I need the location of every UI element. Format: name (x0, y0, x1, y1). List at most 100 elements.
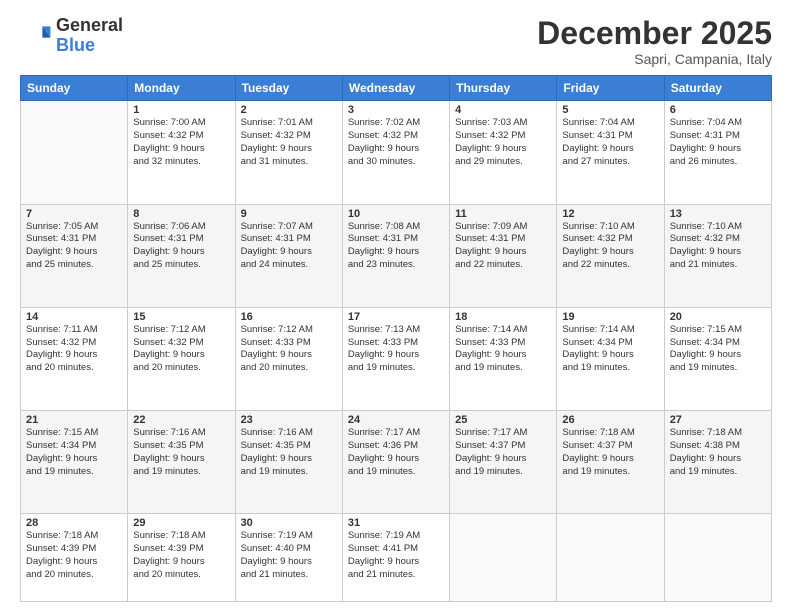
daylight-minutes-text: and 19 minutes. (562, 362, 630, 373)
day-number: 8 (133, 208, 229, 220)
day-info: Sunrise: 7:05 AMSunset: 4:31 PM Daylight:… (26, 221, 122, 272)
daylight-minutes-text: and 20 minutes. (133, 362, 201, 373)
day-info: Sunrise: 7:09 AMSunset: 4:31 PMDaylight:… (455, 221, 551, 272)
sunset-text: Sunset: 4:31 PM (348, 233, 418, 244)
daylight-text: Daylight: 9 hours (348, 556, 419, 567)
table-row: 19Sunrise: 7:14 AMSunset: 4:34 PMDayligh… (557, 307, 664, 410)
daylight-minutes-text: and 22 minutes. (455, 259, 523, 270)
daylight-text: Daylight: 9 hours (562, 246, 633, 257)
sunrise-text: Sunrise: 7:04 AM (670, 117, 742, 128)
daylight-minutes-text: and 31 minutes. (241, 156, 309, 167)
daylight-minutes-text: and 19 minutes. (455, 466, 523, 477)
sunrise-text: Sunrise: 7:07 AM (241, 221, 313, 232)
sunset-text: Sunset: 4:35 PM (241, 440, 311, 451)
day-number: 16 (241, 311, 337, 323)
daylight-text: Daylight: 9 hours (348, 349, 419, 360)
daylight-minutes-text: and 19 minutes. (241, 466, 309, 477)
logo-general: General (56, 16, 123, 36)
sunrise-text: Sunrise: 7:02 AM (348, 117, 420, 128)
daylight-text: Daylight: 9 hours (670, 143, 741, 154)
sunrise-text: Sunrise: 7:15 AM (670, 324, 742, 335)
day-info: Sunrise: 7:03 AMSunset: 4:32 PMDaylight:… (455, 117, 551, 168)
table-row: 30Sunrise: 7:19 AMSunset: 4:40 PMDayligh… (235, 514, 342, 602)
header-wednesday: Wednesday (342, 76, 449, 101)
sunset-text: Sunset: 4:37 PM (455, 440, 525, 451)
day-number: 23 (241, 414, 337, 426)
daylight-text: Daylight: 9 hours (348, 453, 419, 464)
day-info: Sunrise: 7:18 AMSunset: 4:38 PMDaylight:… (670, 427, 766, 478)
logo-icon (20, 20, 52, 52)
sunrise-text: Sunrise: 7:18 AM (562, 427, 634, 438)
sunrise-text: Sunrise: 7:15 AM (26, 427, 98, 438)
table-row: 8Sunrise: 7:06 AMSunset: 4:31 PMDaylight… (128, 204, 235, 307)
day-number: 3 (348, 104, 444, 116)
sunset-text: Sunset: 4:32 PM (133, 337, 203, 348)
daylight-text: Daylight: 9 hours (562, 143, 633, 154)
day-info: Sunrise: 7:07 AMSunset: 4:31 PMDaylight:… (241, 221, 337, 272)
page-header: General Blue December 2025 Sapri, Campan… (20, 16, 772, 67)
daylight-minutes-text: and 20 minutes. (241, 362, 309, 373)
table-row: 6Sunrise: 7:04 AMSunset: 4:31 PMDaylight… (664, 101, 771, 204)
daylight-minutes-text: and 22 minutes. (562, 259, 630, 270)
daylight-text: Daylight: 9 hours (26, 246, 97, 257)
daylight-minutes-text: and 21 minutes. (241, 569, 309, 580)
day-number: 28 (26, 517, 122, 529)
daylight-minutes-text: and 30 minutes. (348, 156, 416, 167)
daylight-minutes-text: and 20 minutes. (26, 362, 94, 373)
day-info: Sunrise: 7:08 AMSunset: 4:31 PM Daylight:… (348, 221, 444, 272)
sunset-text: Sunset: 4:40 PM (241, 543, 311, 554)
day-number: 25 (455, 414, 551, 426)
daylight-text: Daylight: 9 hours (241, 143, 312, 154)
day-number: 13 (670, 208, 766, 220)
daylight-text: Daylight: 9 hours (26, 556, 97, 567)
sunrise-text: Sunrise: 7:10 AM (562, 221, 634, 232)
day-number: 31 (348, 517, 444, 529)
sunset-text: Sunset: 4:34 PM (670, 337, 740, 348)
sunrise-text: Sunrise: 7:16 AM (241, 427, 313, 438)
table-row: 12Sunrise: 7:10 AMSunset: 4:32 PMDayligh… (557, 204, 664, 307)
table-row: 17Sunrise: 7:13 AMSunset: 4:33 PMDayligh… (342, 307, 449, 410)
sunset-text: Sunset: 4:32 PM (670, 233, 740, 244)
sunset-text: Sunset: 4:37 PM (562, 440, 632, 451)
sunrise-text: Sunrise: 7:14 AM (562, 324, 634, 335)
sunrise-text: Sunrise: 7:14 AM (455, 324, 527, 335)
day-info: Sunrise: 7:04 AM Sunset: 4:31 PM Daylight:… (670, 117, 766, 168)
daylight-text: Daylight: 9 hours (348, 246, 419, 257)
day-number: 12 (562, 208, 658, 220)
day-info: Sunrise: 7:18 AMSunset: 4:37 PMDaylight:… (562, 427, 658, 478)
table-row: 13Sunrise: 7:10 AMSunset: 4:32 PMDayligh… (664, 204, 771, 307)
day-info: Sunrise: 7:19 AMSunset: 4:40 PMDaylight:… (241, 530, 337, 581)
table-row: 7Sunrise: 7:05 AMSunset: 4:31 PMDaylight… (21, 204, 128, 307)
sunrise-text: Sunrise: 7:19 AM (348, 530, 420, 541)
sunset-text: Sunset: 4:34 PM (26, 440, 96, 451)
day-info: Sunrise: 7:00 AMSunset: 4:32 PMDaylight:… (133, 117, 229, 168)
table-row: 22Sunrise: 7:16 AMSunset: 4:35 PMDayligh… (128, 411, 235, 514)
sunrise-text: Sunrise: 7:08 AM (348, 221, 420, 232)
daylight-minutes-text: and 23 minutes. (348, 259, 416, 270)
sunset-text: Sunset: 4:31 PM (670, 130, 740, 141)
daylight-text: Daylight: 9 hours (348, 143, 419, 154)
day-info: Sunrise: 7:17 AMSunset: 4:36 PMDaylight:… (348, 427, 444, 478)
month-title: December 2025 (537, 16, 772, 51)
daylight-text: Daylight: 9 hours (562, 349, 633, 360)
sunrise-text: Sunrise: 7:00 AM (133, 117, 205, 128)
sunrise-text: Sunrise: 7:04 AM (562, 117, 634, 128)
sunset-text: Sunset: 4:32 PM (133, 130, 203, 141)
sunset-text: Sunset: 4:41 PM (348, 543, 418, 554)
sunset-text: Sunset: 4:34 PM (562, 337, 632, 348)
day-info: Sunrise: 7:10 AMSunset: 4:32 PMDaylight:… (670, 221, 766, 272)
weekday-header-row: Sunday Monday Tuesday Wednesday Thursday… (21, 76, 772, 101)
daylight-text: Daylight: 9 hours (133, 556, 204, 567)
day-number: 5 (562, 104, 658, 116)
header-friday: Friday (557, 76, 664, 101)
day-info: Sunrise: 7:16 AMSunset: 4:35 PMDaylight:… (133, 427, 229, 478)
sunset-text: Sunset: 4:39 PM (133, 543, 203, 554)
sunset-text: Sunset: 4:31 PM (26, 233, 96, 244)
day-number: 26 (562, 414, 658, 426)
daylight-text: Daylight: 9 hours (241, 246, 312, 257)
sunrise-text: Sunrise: 7:05 AM (26, 221, 98, 232)
daylight-text: Daylight: 9 hours (670, 453, 741, 464)
day-number: 30 (241, 517, 337, 529)
daylight-minutes-text: and 25 minutes. (133, 259, 201, 270)
day-number: 17 (348, 311, 444, 323)
